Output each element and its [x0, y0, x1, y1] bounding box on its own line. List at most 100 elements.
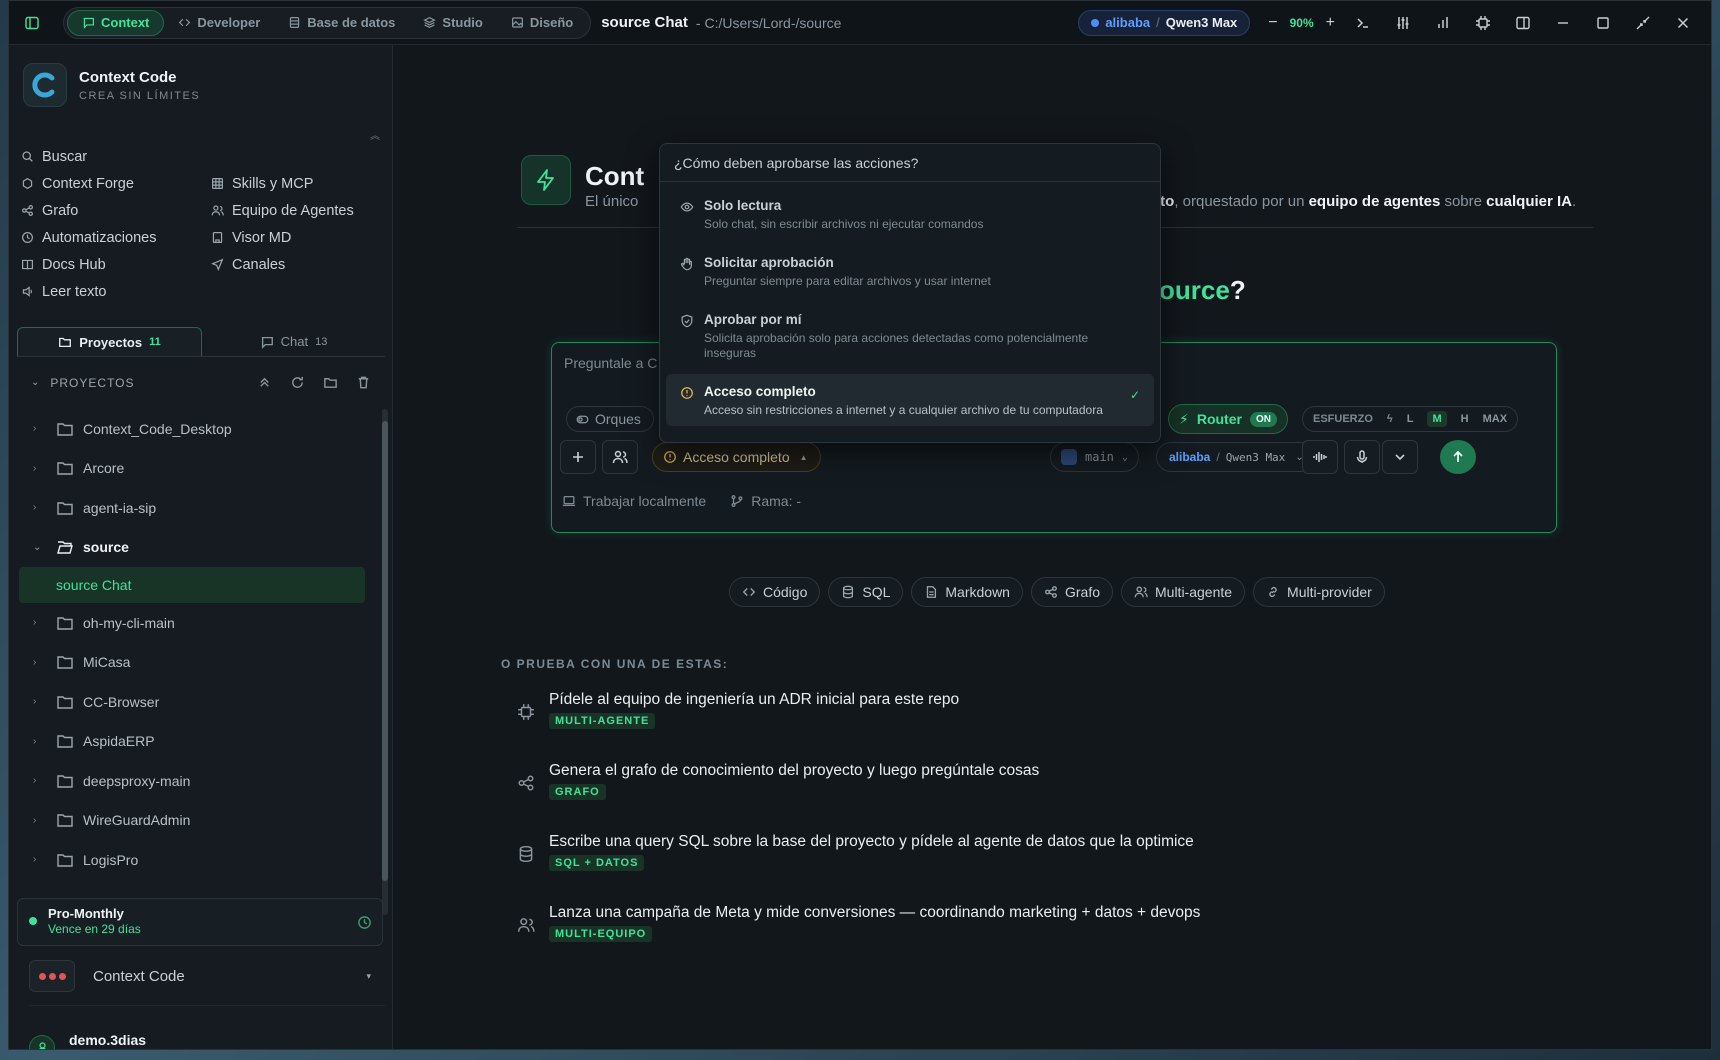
orchestrate-toggle[interactable]: Orques: [566, 406, 654, 432]
processor-button[interactable]: [1465, 6, 1501, 40]
branch-info[interactable]: Rama: -: [730, 493, 801, 509]
nav-skills-mcp[interactable]: Skills y MCP: [211, 174, 381, 193]
nav-agent-team[interactable]: Equipo de Agentes: [211, 201, 381, 220]
agents-button[interactable]: [602, 440, 638, 474]
user-plan: pro-monthly: [69, 1050, 146, 1051]
chip-graph[interactable]: Grafo: [1030, 577, 1113, 607]
tab-design[interactable]: Diseño: [497, 10, 587, 36]
attach-button[interactable]: [560, 440, 596, 474]
file-icon: [927, 586, 937, 598]
terminal-button[interactable]: [1345, 6, 1381, 40]
project-item[interactable]: › Arcore: [11, 449, 377, 489]
collapse-all-icon[interactable]: [257, 375, 272, 390]
nav-automations[interactable]: Automatizaciones: [21, 228, 211, 247]
project-item[interactable]: › AspidaERP: [11, 722, 377, 762]
nav-md-viewer[interactable]: Visor MD: [211, 228, 381, 247]
suggestion-tag: MULTI-AGENTE: [549, 713, 656, 729]
stats-button[interactable]: [1425, 6, 1461, 40]
suggestion-item[interactable]: Pídele al equipo de ingeniería un ADR in…: [517, 689, 1200, 760]
scrollbar-thumb[interactable]: [382, 421, 388, 881]
workspace-selector[interactable]: Context Code ▾: [29, 955, 385, 997]
chip-sql[interactable]: SQL: [828, 577, 904, 607]
nav-docs-hub[interactable]: Docs Hub: [21, 255, 211, 274]
option-description: Solo chat, sin escribir archivos ni ejec…: [704, 217, 984, 231]
project-list-scrollbar[interactable]: [382, 409, 388, 915]
nav-context-forge[interactable]: Context Forge: [21, 174, 211, 193]
project-item[interactable]: › agent-ia-sip: [11, 488, 377, 528]
project-chat-item[interactable]: source Chat: [19, 567, 365, 603]
laptop-icon: [562, 495, 576, 507]
zoom-in-button[interactable]: +: [1326, 14, 1335, 32]
people-icon: [517, 918, 535, 932]
tab-studio[interactable]: Studio: [409, 10, 496, 36]
database-icon: [290, 17, 300, 28]
effort-level-l[interactable]: L: [1407, 413, 1414, 425]
router-toggle[interactable]: ⚡ Router ON: [1168, 404, 1288, 434]
settings-sliders-button[interactable]: [1385, 6, 1421, 40]
branch-icon: [1061, 449, 1077, 465]
effort-level-max[interactable]: MAX: [1483, 413, 1507, 425]
project-item[interactable]: › CC-Browser: [11, 682, 377, 722]
maximize-button[interactable]: [1585, 6, 1621, 40]
project-item[interactable]: › Context_Code_Desktop: [11, 409, 377, 449]
composer-model-selector[interactable]: alibaba / Qwen3 Max ⌄: [1156, 442, 1317, 472]
tab-chat[interactable]: Chat 13: [202, 327, 385, 356]
nav-channels[interactable]: Canales: [211, 255, 381, 274]
new-folder-icon[interactable]: [323, 375, 338, 390]
option-label: Aprobar por mí: [704, 312, 802, 327]
fullscreen-button[interactable]: [1625, 6, 1661, 40]
tab-context[interactable]: Context: [67, 9, 165, 36]
minimize-button[interactable]: [1545, 6, 1581, 40]
chevron-right-icon: ›: [33, 462, 37, 474]
effort-level-m[interactable]: M: [1427, 411, 1447, 427]
chip-code[interactable]: Código: [729, 577, 821, 607]
hero-text-1: , orquestado por un: [1174, 193, 1309, 210]
access-option-request-approval[interactable]: Solicitar aprobación Preguntar siempre p…: [666, 245, 1154, 302]
sidebar-nav: Buscar Context Forge Skills y MCP Grafo …: [21, 147, 381, 301]
more-options-button[interactable]: [1382, 440, 1418, 474]
chip-markdown[interactable]: Markdown: [911, 577, 1023, 607]
project-item[interactable]: › LogisPro: [11, 840, 377, 880]
access-option-read-only[interactable]: Solo lectura Solo chat, sin escribir arc…: [666, 188, 1154, 245]
voice-mode-button[interactable]: [1302, 440, 1338, 474]
chevron-down-icon[interactable]: ⌄: [31, 377, 40, 388]
nav-read-text[interactable]: Leer texto: [21, 282, 211, 301]
project-item[interactable]: › WireGuardAdmin: [11, 801, 377, 841]
project-item[interactable]: › MiCasa: [11, 643, 377, 683]
project-item[interactable]: › oh-my-cli-main: [11, 603, 377, 643]
sidebar-toggle-button[interactable]: [15, 6, 49, 40]
tab-database[interactable]: Base de datos: [274, 10, 409, 36]
split-view-button[interactable]: [1505, 6, 1541, 40]
nav-search[interactable]: Buscar: [21, 147, 211, 166]
chip-multi-agent[interactable]: Multi-agente: [1121, 577, 1246, 607]
project-item-open[interactable]: ⌄ source: [11, 528, 377, 568]
collapse-nav-button[interactable]: ︽: [370, 127, 380, 142]
refresh-icon[interactable]: [290, 375, 305, 390]
branch-selector[interactable]: main ⌄: [1050, 442, 1139, 472]
suggestion-item[interactable]: Escribe una query SQL sobre la base del …: [517, 831, 1200, 902]
model-selector[interactable]: alibaba / Qwen3 Max: [1078, 9, 1251, 36]
tab-developer[interactable]: Developer: [164, 10, 274, 36]
microphone-button[interactable]: [1344, 440, 1380, 474]
provider-dot-icon: [1091, 18, 1100, 27]
chip-multi-provider[interactable]: Multi-provider: [1253, 577, 1385, 607]
send-button[interactable]: [1440, 440, 1476, 474]
effort-level-h[interactable]: H: [1461, 413, 1469, 425]
tab-projects[interactable]: Proyectos 11: [17, 327, 202, 356]
close-button[interactable]: [1665, 6, 1701, 40]
suggestion-item[interactable]: Lanza una campaña de Meta y mide convers…: [517, 902, 1200, 973]
composer-input[interactable]: Preguntale a C: [564, 355, 657, 371]
zoom-out-button[interactable]: −: [1268, 14, 1277, 32]
access-option-full-access[interactable]: Acceso completo Acceso sin restricciones…: [666, 374, 1154, 426]
user-menu[interactable]: demo.3dias pro-monthly ︿: [29, 1005, 385, 1051]
suggestion-item[interactable]: Genera el grafo de conocimiento del proy…: [517, 760, 1200, 831]
access-option-approve-for-me[interactable]: Aprobar por mí Solicita aprobación solo …: [666, 302, 1154, 368]
work-locally-toggle[interactable]: Trabajar localmente: [562, 493, 706, 509]
plan-card[interactable]: Pro-Monthly Vence en 29 días: [17, 898, 383, 946]
access-mode-selector[interactable]: Acceso completo ▲: [652, 442, 821, 472]
sliders-icon: [1397, 16, 1409, 29]
nav-label: Canales: [232, 256, 286, 273]
nav-graph[interactable]: Grafo: [21, 201, 211, 220]
trash-icon[interactable]: [356, 375, 371, 390]
project-item[interactable]: › deepsproxy-main: [11, 761, 377, 801]
